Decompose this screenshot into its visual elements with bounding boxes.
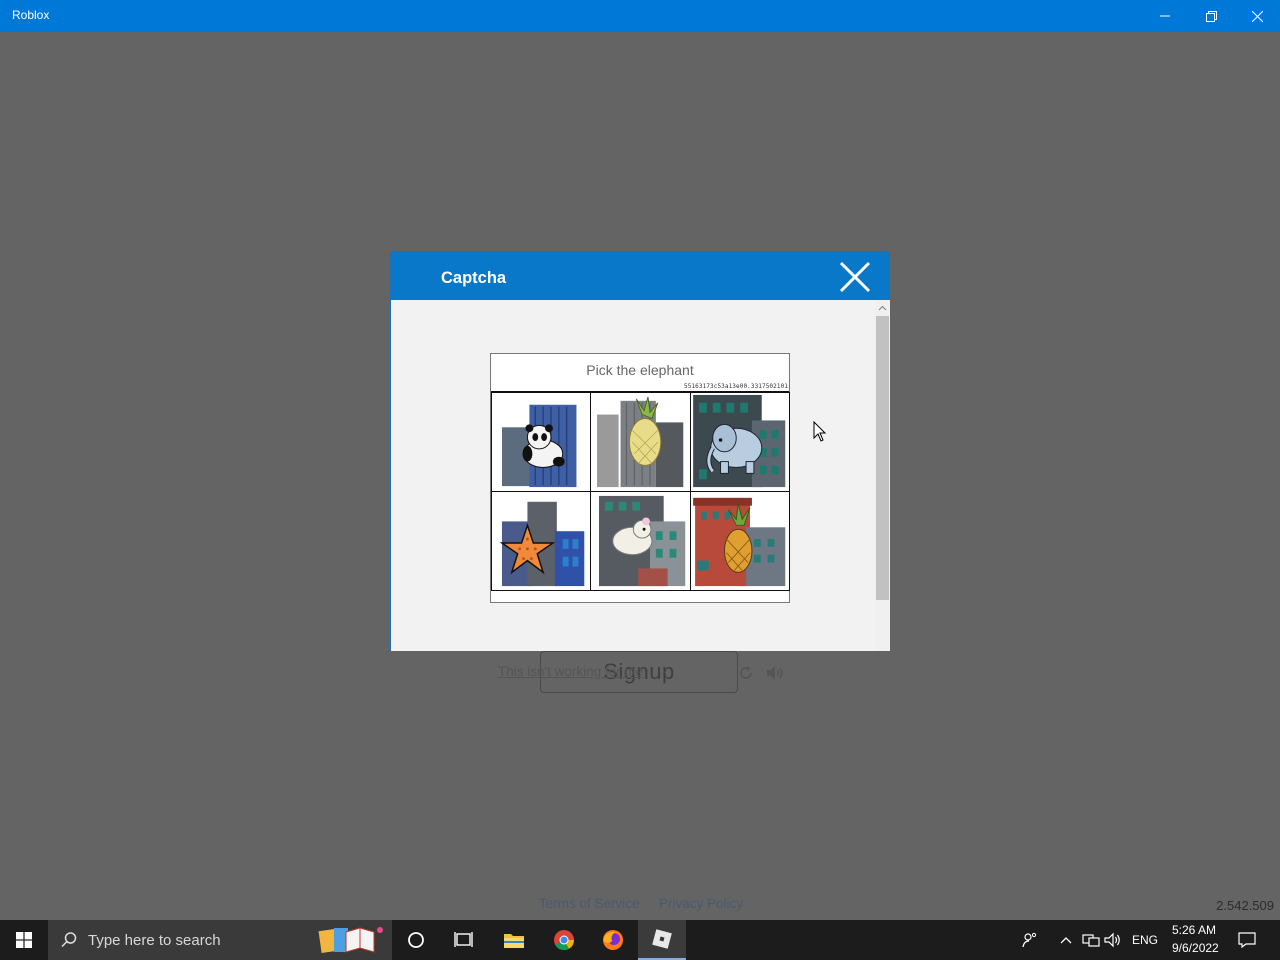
clock-time[interactable]: 5:26 AM: [1172, 923, 1216, 937]
sheep-icon: [599, 495, 686, 587]
privacy-policy-link[interactable]: Privacy Policy: [659, 896, 743, 911]
audio-icon[interactable]: [765, 664, 785, 682]
volume-icon: [1104, 932, 1120, 948]
pineapple-icon: [692, 497, 785, 587]
roblox-taskbar-button[interactable]: [638, 920, 686, 960]
roblox-icon: [652, 929, 672, 949]
clock-date[interactable]: 9/6/2022: [1172, 941, 1219, 955]
captcha-tile-starfish[interactable]: [491, 491, 592, 591]
close-icon: [1251, 10, 1263, 22]
captcha-tile-pineapple[interactable]: [590, 392, 691, 492]
captcha-id: 55163173c53a13e00.3317502101: [684, 383, 788, 390]
show-hidden-icons-button[interactable]: [1057, 931, 1075, 949]
scroll-up-arrow[interactable]: [875, 302, 890, 314]
panda-icon: [501, 404, 577, 488]
search-highlight-icon: [318, 927, 383, 954]
firefox-icon: [603, 930, 623, 950]
taskbar-search[interactable]: Type here to search: [48, 920, 392, 960]
version-label: 2.542.509: [1216, 898, 1274, 913]
window-titlebar: Roblox: [0, 0, 1280, 32]
scrollbar-thumb[interactable]: [876, 316, 889, 600]
task-view-button[interactable]: [440, 920, 488, 960]
restore-button[interactable]: [1188, 0, 1234, 32]
starfish-icon: [499, 501, 585, 587]
not-working-link[interactable]: This isn't working for me: [498, 664, 643, 679]
chevron-up-icon: [1060, 937, 1072, 944]
people-icon: [1022, 932, 1037, 948]
reload-icon[interactable]: [738, 665, 754, 681]
chevron-up-icon: [878, 305, 887, 311]
network-icon: [1082, 934, 1100, 947]
firefox-button[interactable]: [589, 920, 637, 960]
notification-icon: [1238, 932, 1256, 948]
network-tray-button[interactable]: [1082, 931, 1100, 949]
windows-logo-icon: [16, 932, 32, 948]
dialog-header: Captcha: [391, 251, 890, 300]
volume-tray-button[interactable]: [1104, 931, 1122, 949]
people-tray-button[interactable]: [1021, 931, 1039, 949]
captcha-tile-elephant[interactable]: [689, 392, 790, 492]
taskbar: Type here to search ENG 5:26 AM 9/6/2022: [0, 920, 1280, 960]
minimize-button[interactable]: [1142, 0, 1188, 32]
minimize-icon: [1160, 15, 1170, 17]
mouse-cursor-icon: [813, 421, 827, 442]
pineapple-icon: [597, 396, 684, 488]
captcha-prompt: Pick the elephant: [586, 362, 694, 378]
chrome-icon: [554, 930, 575, 951]
cortana-icon: [408, 932, 424, 948]
dialog-body: Pick the elephant 55163173c53a13e00.3317…: [391, 300, 875, 680]
task-view-icon: [454, 932, 473, 947]
captcha-tile-sheep[interactable]: [590, 491, 691, 591]
file-explorer-button[interactable]: [490, 920, 538, 960]
elephant-icon: [692, 394, 785, 488]
folder-icon: [504, 934, 524, 948]
start-button[interactable]: [0, 920, 48, 960]
close-icon[interactable]: [838, 260, 872, 294]
terms-of-service-link[interactable]: Terms of Service: [539, 896, 640, 911]
language-indicator[interactable]: ENG: [1132, 933, 1158, 947]
search-icon: [61, 932, 77, 948]
captcha-challenge: Pick the elephant 55163173c53a13e00.3317…: [490, 353, 790, 603]
dialog-title: Captcha: [441, 269, 507, 287]
cortana-button[interactable]: [392, 920, 440, 960]
window-title: Roblox: [12, 8, 50, 22]
captcha-grid: [491, 391, 790, 591]
captcha-tile-panda[interactable]: [491, 392, 592, 492]
captcha-dialog: Captcha Pick the elephant 55163173c53a13…: [390, 251, 890, 680]
action-center-button[interactable]: [1238, 931, 1256, 949]
restore-icon: [1205, 10, 1217, 22]
chrome-button[interactable]: [540, 920, 588, 960]
captcha-tile-pineapple[interactable]: [689, 491, 790, 591]
search-placeholder: Type here to search: [88, 932, 221, 949]
close-window-button[interactable]: [1234, 0, 1280, 32]
dialog-scrollbar[interactable]: [875, 300, 890, 651]
